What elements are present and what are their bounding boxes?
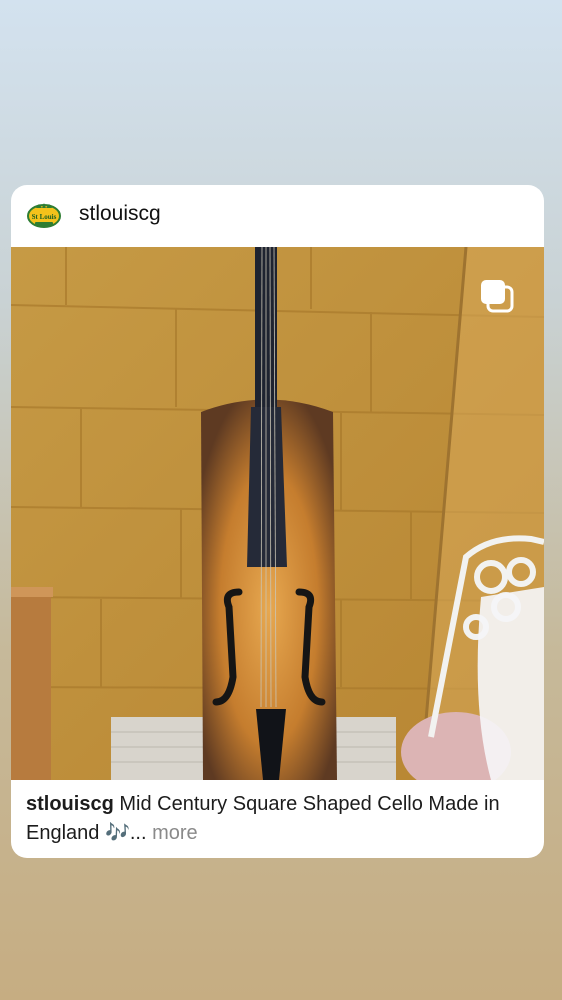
avatar[interactable]: St Louis	[26, 198, 62, 234]
username[interactable]: stlouiscg	[79, 202, 161, 226]
caption-username[interactable]: stlouiscg	[26, 793, 114, 815]
avatar-text: St Louis	[32, 213, 57, 221]
post-photo[interactable]	[11, 247, 544, 780]
cello-photo	[11, 247, 544, 780]
avatar-logo-icon: St Louis	[27, 199, 61, 233]
caption-ellipsis: ...	[129, 822, 147, 844]
post-card[interactable]: St Louis stlouiscg stlouiscg Mid Century…	[11, 185, 544, 858]
post-caption: stlouiscg Mid Century Square Shaped Cell…	[26, 790, 531, 848]
more-link[interactable]: more	[152, 822, 198, 844]
post-header: St Louis stlouiscg	[11, 185, 544, 247]
carousel-stack-icon	[481, 280, 514, 313]
